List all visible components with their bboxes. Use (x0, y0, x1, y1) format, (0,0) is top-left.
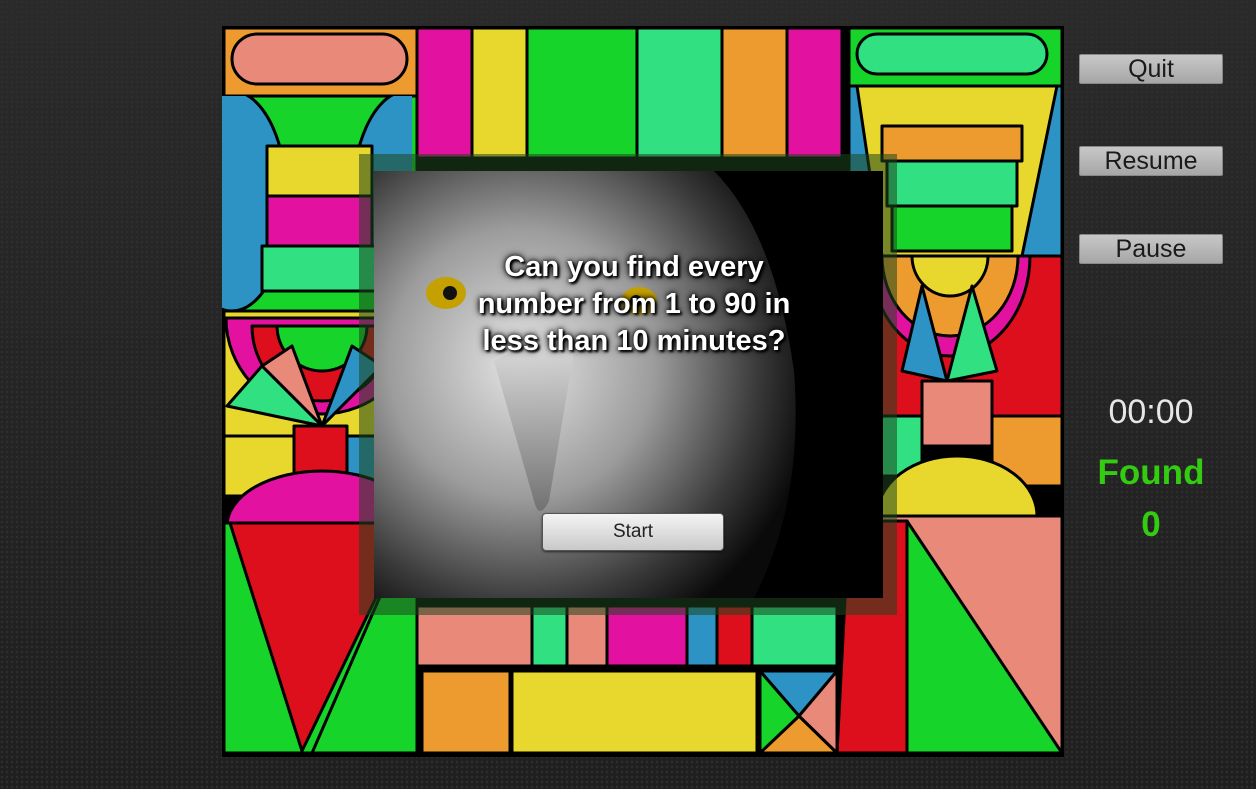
resume-button[interactable]: Resume (1079, 146, 1223, 176)
found-label: Found (1097, 453, 1205, 492)
timer-display: 00:00 (1108, 393, 1194, 431)
quit-button[interactable]: Quit (1079, 54, 1223, 84)
pause-button[interactable]: Pause (1079, 234, 1223, 264)
game-question: Can you find every number from 1 to 90 i… (477, 251, 791, 357)
start-dialog: Can you find every number from 1 to 90 i… (374, 171, 883, 598)
found-count: 0 (1141, 505, 1161, 544)
start-button[interactable]: Start (542, 513, 724, 551)
